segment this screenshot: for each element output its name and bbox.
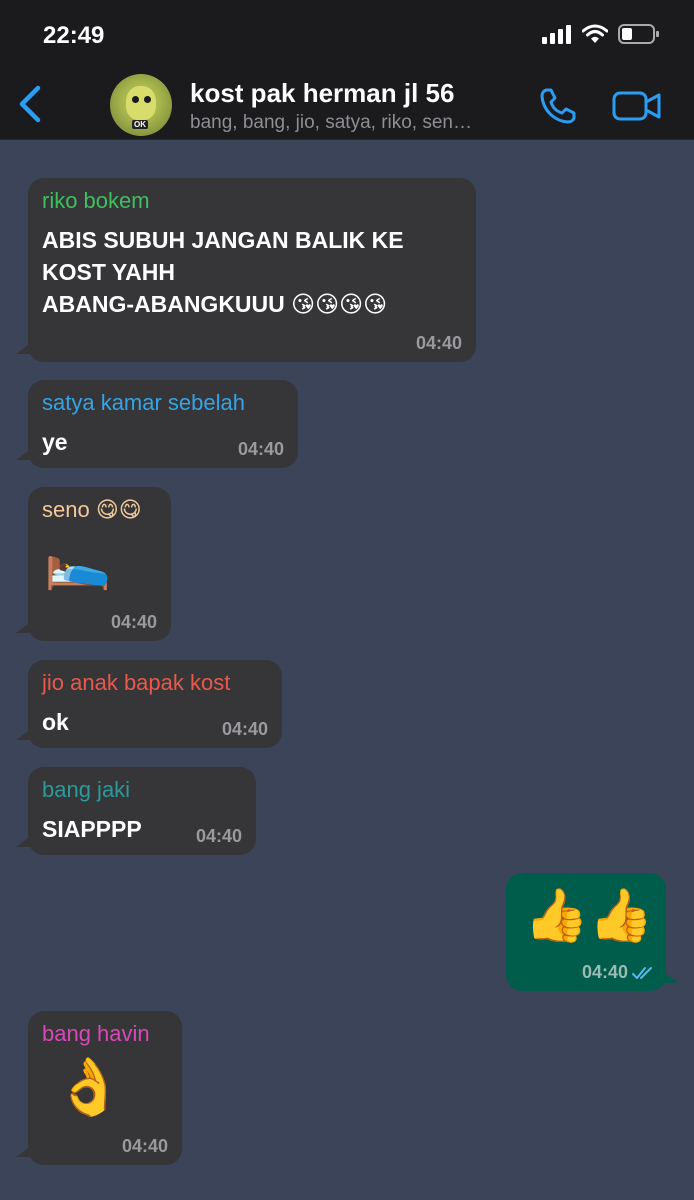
message-time: 04:40 <box>581 962 628 982</box>
message-bubble[interactable]: riko bokem ABIS SUBUH JANGAN BALIK KE KO… <box>16 178 476 362</box>
message-bubble[interactable]: satya kamar sebelah ye 04:40 <box>16 380 298 468</box>
ok-hand-emoji: 👌 <box>54 1055 124 1120</box>
message-time: 04:40 <box>237 439 284 459</box>
wifi-icon <box>582 24 608 43</box>
back-chevron-icon[interactable] <box>14 84 46 124</box>
message-text: ye <box>42 429 68 455</box>
phone-icon[interactable] <box>538 86 578 126</box>
avatar-face <box>126 86 156 120</box>
message-bubble[interactable]: bang havin 👌 04:40 <box>16 1011 182 1165</box>
message-bubble[interactable]: seno 😋😋 🛌 04:40 <box>16 487 171 641</box>
sender-name: jio anak bapak kost <box>42 670 231 695</box>
group-avatar[interactable]: OK <box>110 74 172 136</box>
sender-name: riko bokem <box>42 188 150 213</box>
chat-header: OK kost pak herman jl 56 bang, bang, jio… <box>0 70 694 140</box>
sender-name: bang jaki <box>42 777 131 802</box>
outgoing-message-bubble[interactable]: 👍👍 04:40 <box>506 873 678 991</box>
message-bubble[interactable]: jio anak bapak kost ok 04:40 <box>16 660 282 748</box>
message-time: 04:40 <box>110 612 157 632</box>
message-text: ABIS SUBUH JANGAN BALIK KE KOST YAHH ABA… <box>42 227 404 317</box>
message-time: 04:40 <box>121 1136 168 1156</box>
status-time: 22:49 <box>43 22 105 49</box>
bed-emoji: 🛌 <box>44 529 112 592</box>
avatar-label: OK <box>132 120 148 129</box>
message-text: SIAPPPP <box>42 816 142 842</box>
sender-name: satya kamar sebelah <box>42 390 245 415</box>
sender-name: bang havin <box>42 1021 150 1046</box>
message-time: 04:40 <box>221 719 268 739</box>
read-receipt-icon <box>632 967 652 979</box>
group-members[interactable]: bang, bang, jio, satya, riko, sen… <box>190 112 472 134</box>
battery-icon <box>618 24 659 44</box>
sender-name: seno 😋😋 <box>42 497 142 522</box>
video-call-icon[interactable] <box>612 88 662 124</box>
avatar-eye <box>144 96 151 103</box>
status-icons <box>542 22 660 46</box>
thumbs-up-emoji: 👍👍 <box>524 886 654 946</box>
message-bubble[interactable]: bang jaki SIAPPPP 04:40 <box>16 767 256 855</box>
avatar-eye <box>132 96 139 103</box>
message-time: 04:40 <box>195 826 242 846</box>
message-text: ok <box>42 709 69 735</box>
message-time: 04:40 <box>415 333 462 353</box>
signal-icon <box>542 25 571 44</box>
status-bar: 22:49 <box>0 0 694 70</box>
group-title[interactable]: kost pak herman jl 56 <box>190 78 454 109</box>
